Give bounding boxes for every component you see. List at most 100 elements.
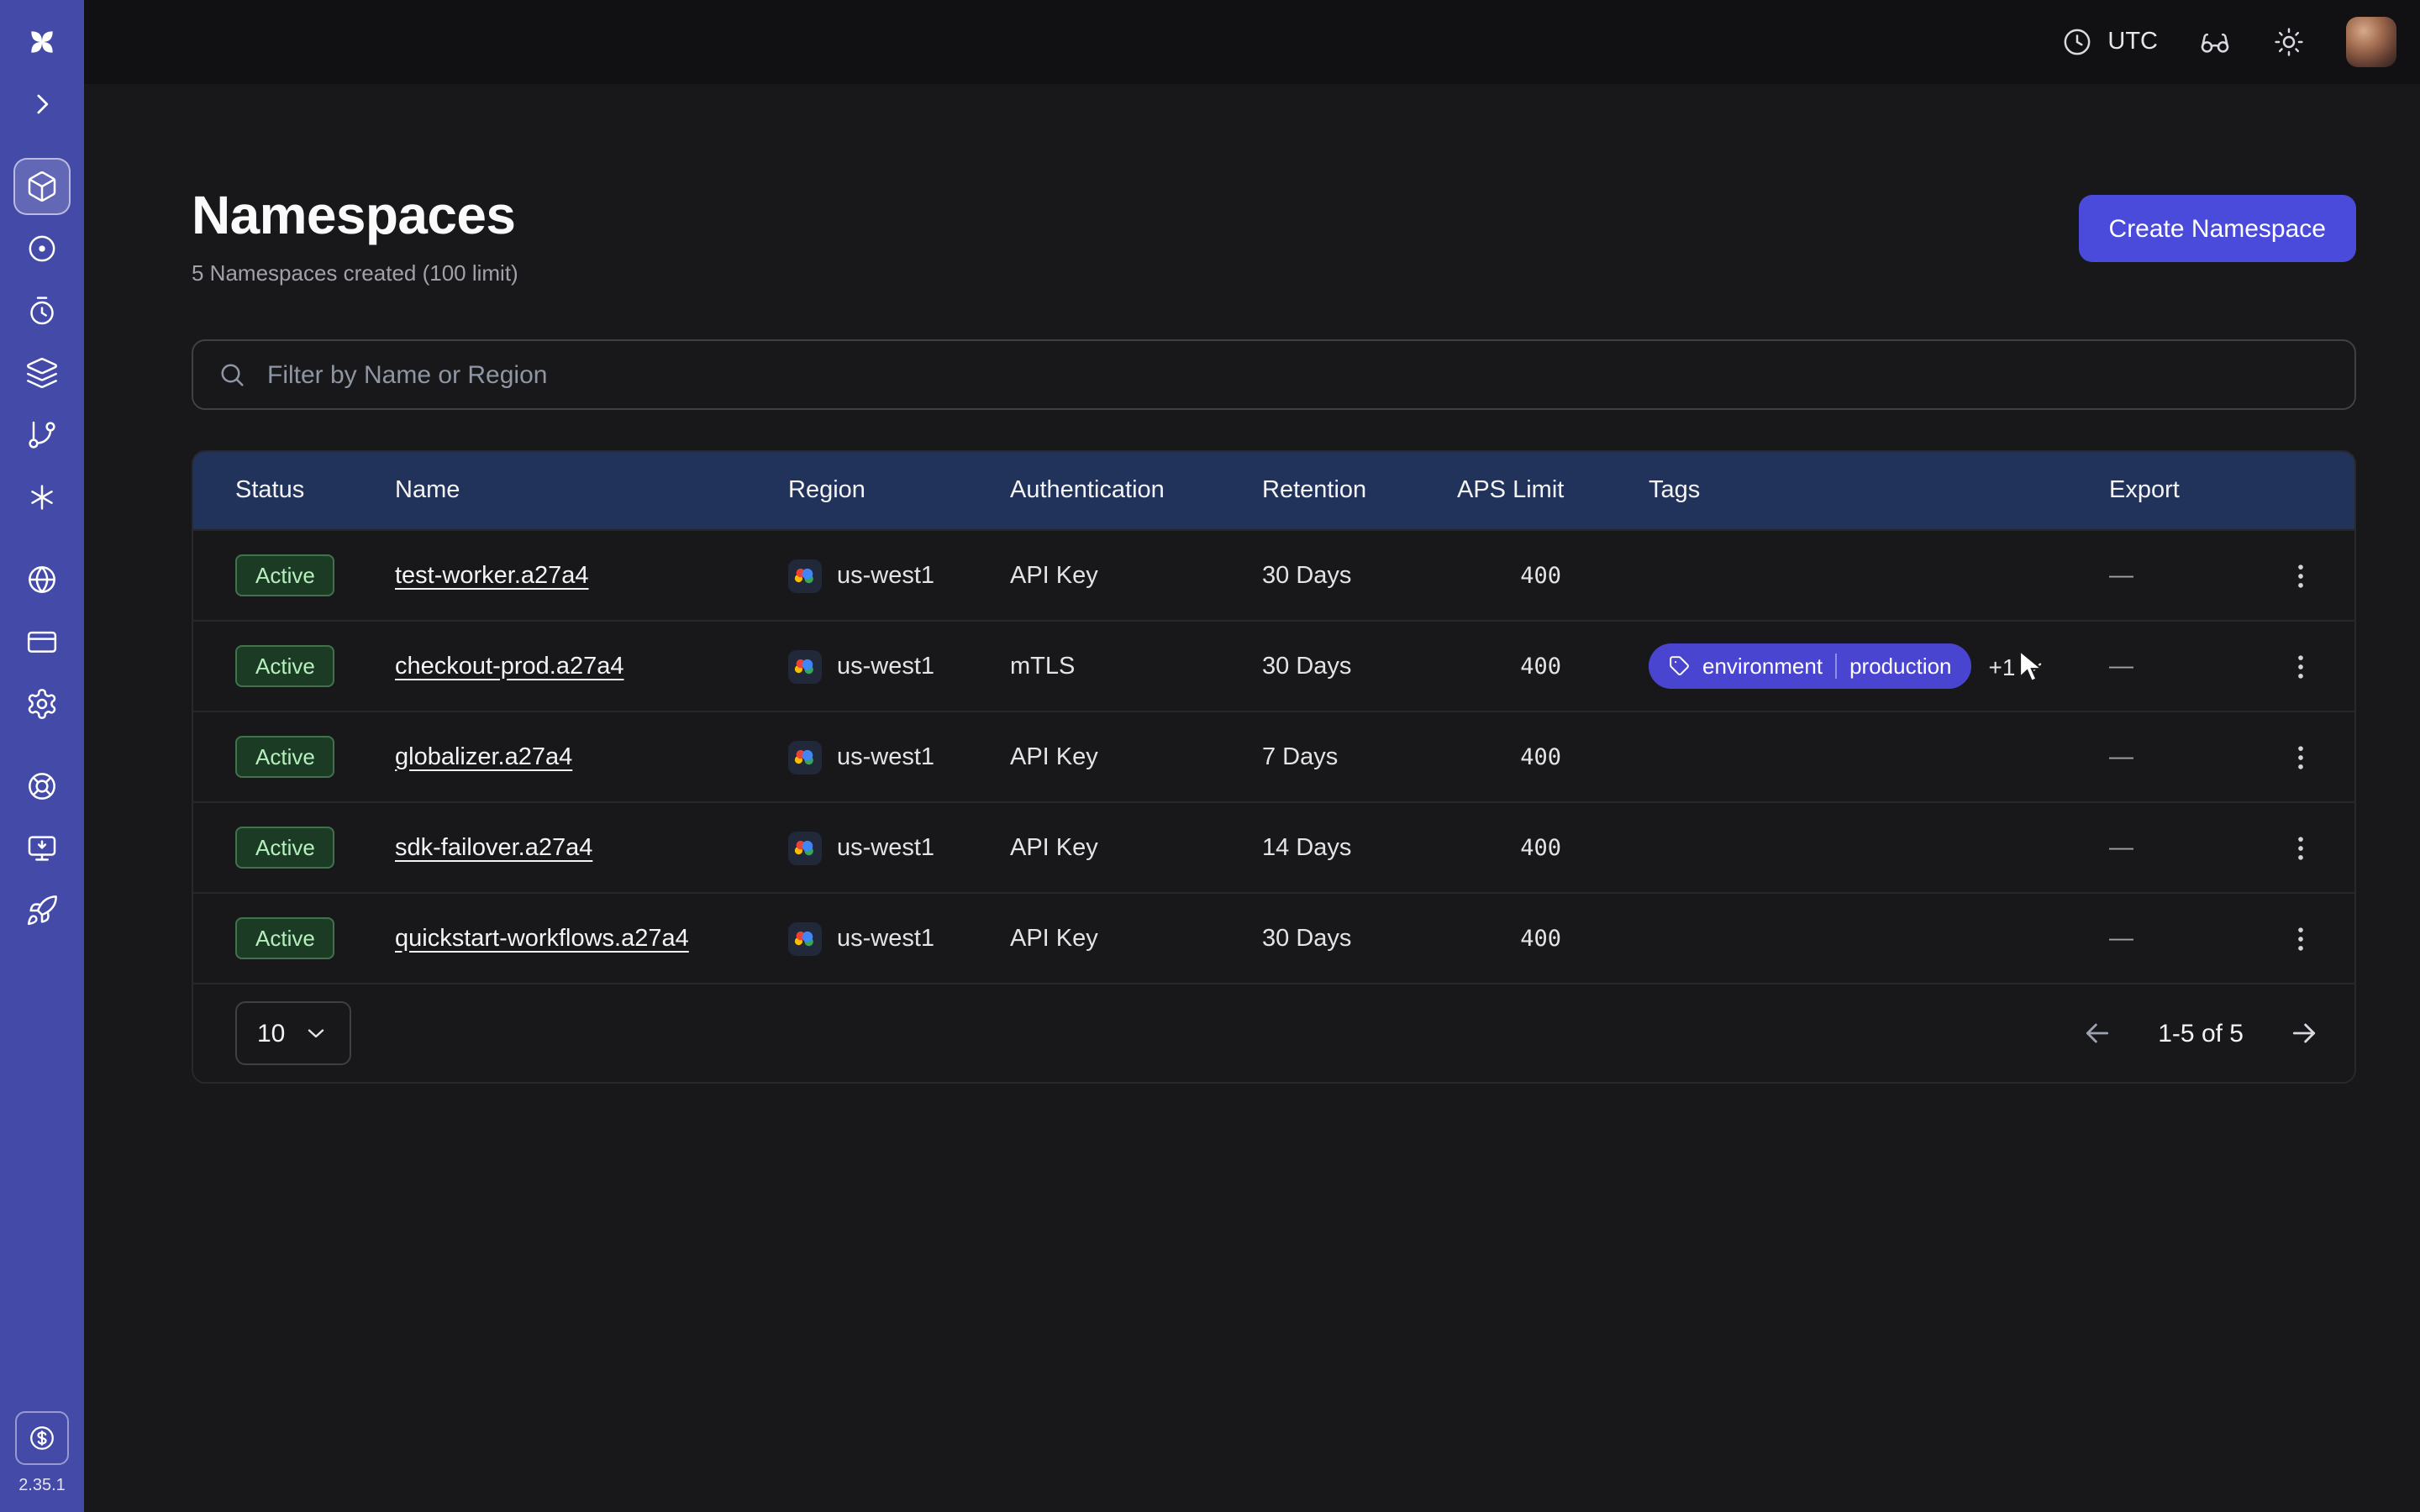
branch-icon bbox=[25, 418, 59, 452]
sun-icon bbox=[2272, 25, 2306, 59]
column-header-export: Export bbox=[2109, 477, 2244, 504]
kebab-icon bbox=[2284, 921, 2317, 955]
glasses-icon bbox=[2198, 25, 2232, 59]
tag-pill[interactable]: environment production bbox=[1649, 643, 1972, 689]
gauge-icon bbox=[25, 232, 59, 265]
dollar-icon bbox=[27, 1423, 57, 1453]
card-icon bbox=[25, 625, 59, 659]
region-cell: us-west1 bbox=[788, 921, 1010, 955]
row-menu-button[interactable] bbox=[2284, 740, 2317, 774]
column-header-authentication: Authentication bbox=[1010, 477, 1262, 504]
app-version: 2.35.1 bbox=[18, 1477, 66, 1495]
nav-regions[interactable] bbox=[13, 551, 71, 608]
namespace-link[interactable]: test-worker.a27a4 bbox=[395, 562, 589, 589]
retention-cell: 30 Days bbox=[1262, 925, 1457, 952]
temporal-logo[interactable] bbox=[13, 13, 71, 71]
gcp-icon bbox=[788, 831, 822, 864]
page-subtitle: 5 Namespaces created (100 limit) bbox=[192, 260, 518, 286]
tag-key: environment bbox=[1702, 654, 1823, 679]
page-size-value: 10 bbox=[257, 1019, 285, 1047]
namespace-link[interactable]: globalizer.a27a4 bbox=[395, 743, 572, 770]
sidebar-expand-button[interactable] bbox=[13, 76, 71, 133]
column-header-name: Name bbox=[395, 477, 788, 504]
app-window: 2.35.1 UTC Namespaces 5 Namespaces creat… bbox=[0, 0, 2420, 1512]
auth-cell: API Key bbox=[1010, 743, 1262, 770]
nav-docs[interactable] bbox=[13, 820, 71, 877]
tags-more-button[interactable]: +1 bbox=[1989, 653, 2048, 680]
nav-deployments[interactable] bbox=[13, 344, 71, 402]
chevron-down-icon bbox=[302, 1020, 329, 1047]
row-menu-button[interactable] bbox=[2284, 921, 2317, 955]
region-cell: us-west1 bbox=[788, 649, 1010, 683]
status-badge: Active bbox=[235, 554, 335, 596]
kebab-icon bbox=[2284, 649, 2317, 683]
name-cell: test-worker.a27a4 bbox=[395, 562, 788, 589]
nav-schedules[interactable] bbox=[13, 282, 71, 339]
table-footer: 10 1-5 of 5 bbox=[193, 983, 2354, 1082]
column-header-status: Status bbox=[193, 477, 395, 504]
globe-icon bbox=[25, 563, 59, 596]
aps-cell: 400 bbox=[1457, 925, 1649, 952]
tags-more-count: +1 bbox=[1989, 653, 2016, 680]
gcp-icon bbox=[788, 921, 822, 955]
search-icon bbox=[217, 360, 247, 390]
nav-support[interactable] bbox=[13, 758, 71, 815]
region-cell: us-west1 bbox=[788, 831, 1010, 864]
nav-getting-started[interactable] bbox=[13, 882, 71, 939]
nav-workflows[interactable] bbox=[13, 407, 71, 464]
status-cell: Active bbox=[193, 917, 395, 959]
export-cell: — bbox=[2109, 925, 2244, 952]
table-row: Active test-worker.a27a4 us-west1 API Ke… bbox=[193, 529, 2354, 620]
gcp-icon bbox=[788, 649, 822, 683]
row-menu-button[interactable] bbox=[2284, 649, 2317, 683]
name-cell: sdk-failover.a27a4 bbox=[395, 834, 788, 861]
namespace-link[interactable]: sdk-failover.a27a4 bbox=[395, 834, 592, 861]
region-label: us-west1 bbox=[837, 562, 934, 589]
filter-input[interactable] bbox=[264, 359, 2331, 391]
retention-cell: 7 Days bbox=[1262, 743, 1457, 770]
theme-toggle-button[interactable] bbox=[2272, 25, 2306, 59]
table-row: Active globalizer.a27a4 us-west1 API Key… bbox=[193, 711, 2354, 801]
next-page-button[interactable] bbox=[2287, 1016, 2321, 1050]
accessibility-button[interactable] bbox=[2198, 25, 2232, 59]
status-cell: Active bbox=[193, 736, 395, 778]
nav-nexus[interactable] bbox=[13, 469, 71, 526]
region-cell: us-west1 bbox=[788, 559, 1010, 592]
namespace-link[interactable]: quickstart-workflows.a27a4 bbox=[395, 925, 689, 952]
column-header-tags: Tags bbox=[1649, 477, 2109, 504]
pagination-range: 1-5 of 5 bbox=[2158, 1019, 2244, 1047]
tag-value: production bbox=[1834, 654, 1951, 679]
nav-gauge[interactable] bbox=[13, 220, 71, 277]
previous-page-button[interactable] bbox=[2081, 1016, 2114, 1050]
name-cell: globalizer.a27a4 bbox=[395, 743, 788, 770]
region-label: us-west1 bbox=[837, 653, 934, 680]
column-header-aps-limit: APS Limit bbox=[1457, 477, 1649, 504]
retention-cell: 30 Days bbox=[1262, 653, 1457, 680]
gcp-icon bbox=[788, 559, 822, 592]
namespace-link[interactable]: checkout-prod.a27a4 bbox=[395, 653, 624, 680]
user-avatar[interactable] bbox=[2346, 17, 2396, 67]
region-label: us-west1 bbox=[837, 925, 934, 952]
chevron-down-icon bbox=[2020, 653, 2047, 680]
table-header-row: Status Name Region Authentication Retent… bbox=[193, 452, 2354, 529]
nav-settings[interactable] bbox=[13, 675, 71, 732]
page-size-select[interactable]: 10 bbox=[235, 1001, 350, 1065]
auth-cell: API Key bbox=[1010, 925, 1262, 952]
monitor-icon bbox=[25, 832, 59, 865]
nav-billing[interactable] bbox=[13, 613, 71, 670]
timezone-selector[interactable]: UTC bbox=[2060, 25, 2158, 59]
filter-bar bbox=[192, 339, 2356, 410]
sidebar: 2.35.1 bbox=[0, 0, 84, 1512]
row-menu-button[interactable] bbox=[2284, 559, 2317, 592]
create-namespace-button[interactable]: Create Namespace bbox=[2079, 195, 2356, 262]
table-body: Active test-worker.a27a4 us-west1 API Ke… bbox=[193, 529, 2354, 983]
usage-button[interactable] bbox=[15, 1411, 69, 1465]
name-cell: checkout-prod.a27a4 bbox=[395, 653, 788, 680]
row-menu-button[interactable] bbox=[2284, 831, 2317, 864]
kebab-icon bbox=[2284, 831, 2317, 864]
aps-cell: 400 bbox=[1457, 834, 1649, 861]
pagination: 1-5 of 5 bbox=[2081, 1016, 2321, 1050]
nav-namespaces[interactable] bbox=[13, 158, 71, 215]
timezone-label: UTC bbox=[2107, 29, 2158, 55]
lifebuoy-icon bbox=[25, 769, 59, 803]
